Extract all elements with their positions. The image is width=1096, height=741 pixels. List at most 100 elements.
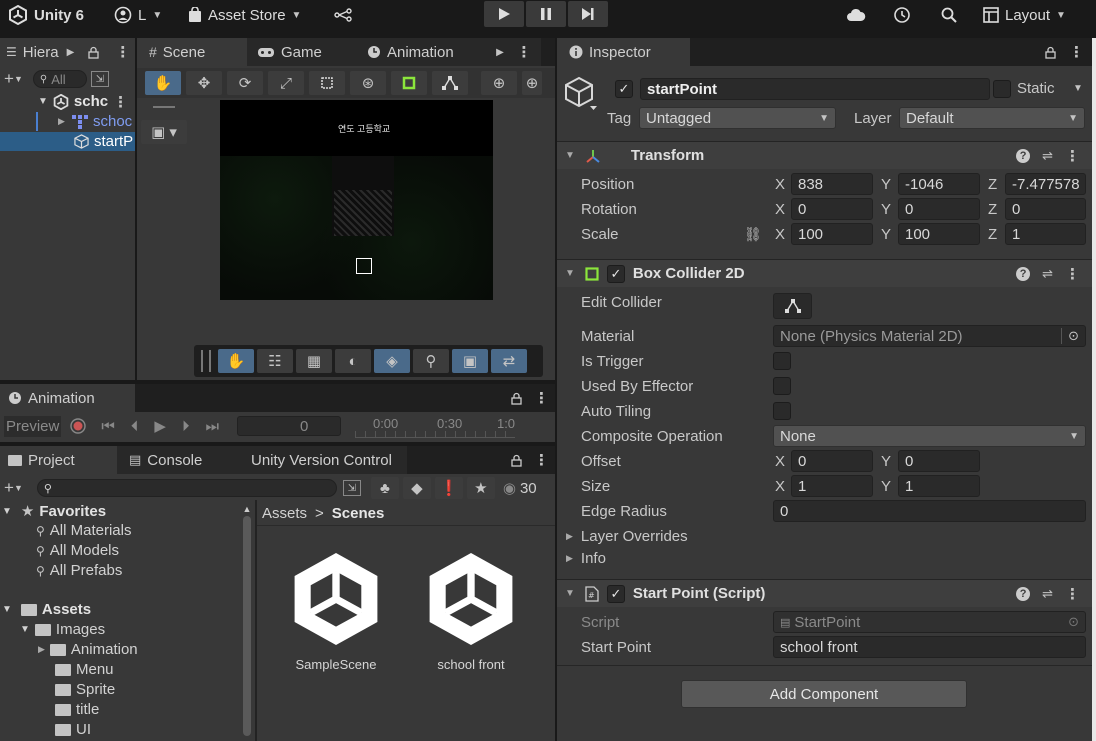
tab-hierarchy[interactable]: ☰ Hiera ▶ ⋮ xyxy=(0,38,135,66)
favorite-item[interactable]: ⚲ All Models xyxy=(36,542,119,559)
favorite-item[interactable]: ⚲ All Materials xyxy=(36,522,131,539)
tab-version-control[interactable]: Unity Version Control xyxy=(235,446,407,474)
start-point-input[interactable]: school front xyxy=(773,636,1086,658)
position-z-field[interactable]: -7.477578 xyxy=(1005,173,1086,195)
hierarchy-item-school[interactable]: ▶ schoc xyxy=(36,112,135,131)
cloud-button[interactable] xyxy=(846,0,866,30)
unlink-scale-icon[interactable]: ⛓ xyxy=(744,226,762,243)
preset-icon[interactable]: ⇌ xyxy=(1042,148,1053,164)
asset-store-dropdown[interactable]: Asset Store ▼ xyxy=(188,0,301,30)
layer-dropdown[interactable]: Default ▼ xyxy=(899,107,1085,129)
kebab-menu-icon[interactable]: ⋮ xyxy=(1065,585,1080,603)
kebab-menu-icon[interactable]: ⋮ xyxy=(115,43,130,61)
edit-collider-button[interactable] xyxy=(773,293,812,319)
history-button[interactable] xyxy=(893,0,911,30)
prev-frame-icon[interactable]: ⏴ xyxy=(131,418,139,435)
chevron-right-icon[interactable]: ▶ xyxy=(67,47,75,58)
is-trigger-checkbox[interactable] xyxy=(773,352,791,370)
folder-item-title[interactable]: title xyxy=(55,701,99,718)
tab-game[interactable]: Game xyxy=(247,38,357,66)
asset-file-schoolfront[interactable]: school front xyxy=(417,545,525,672)
shading-button[interactable]: ◐ xyxy=(335,349,371,373)
add-component-button[interactable]: Add Component xyxy=(681,680,967,708)
tag-dropdown[interactable]: Untagged ▼ xyxy=(639,107,836,129)
play-button[interactable] xyxy=(484,1,524,27)
search-button[interactable] xyxy=(940,0,958,30)
used-by-effector-checkbox[interactable] xyxy=(773,377,791,395)
position-x-field[interactable]: 838 xyxy=(791,173,873,195)
hierarchy-search-input[interactable]: ⚲ All xyxy=(32,70,87,88)
scene-visibility-icon[interactable]: ⇲ xyxy=(90,71,109,87)
drag-handle[interactable] xyxy=(201,350,211,372)
lock-icon[interactable] xyxy=(1045,46,1056,59)
transform-header[interactable]: ▼ Transform ? ⇌ ⋮ xyxy=(557,141,1092,169)
view-tool-button[interactable]: ✋ xyxy=(218,349,254,373)
scale-tool-button[interactable]: ⤢ xyxy=(268,71,304,95)
auto-tiling-checkbox[interactable] xyxy=(773,402,791,420)
position-y-field[interactable]: -1046 xyxy=(898,173,980,195)
timeline-ruler[interactable]: 0:00 0:30 1:0 xyxy=(354,414,515,438)
kebab-menu-icon[interactable]: ⋮ xyxy=(1069,43,1084,61)
edge-radius-field[interactable]: 0 xyxy=(773,500,1086,522)
folder-item-sprite[interactable]: Sprite xyxy=(55,681,115,698)
kebab-menu-icon[interactable]: ⋮ xyxy=(1065,147,1080,165)
tab-scene[interactable]: # Scene xyxy=(137,38,247,66)
preset-icon[interactable]: ⇌ xyxy=(1042,266,1053,282)
static-checkbox[interactable] xyxy=(993,80,1011,98)
favorites-filter-button[interactable]: ★ xyxy=(466,477,495,499)
chevron-down-icon[interactable]: ▼ xyxy=(1073,83,1083,94)
favorite-item[interactable]: ⚲ All Prefabs xyxy=(36,562,122,579)
asset-file-samplescene[interactable]: SampleScene xyxy=(282,545,390,672)
object-name-input[interactable]: startPoint xyxy=(640,78,990,100)
offset-x-field[interactable]: 0 xyxy=(791,450,873,472)
overlay-drag-handle[interactable] xyxy=(153,106,175,108)
lock-icon[interactable] xyxy=(511,454,522,467)
scroll-up-icon[interactable]: ▲ xyxy=(242,504,252,514)
material-field[interactable]: None (Physics Material 2D) ⊙ xyxy=(773,325,1086,347)
composite-operation-dropdown[interactable]: None ▼ xyxy=(773,425,1086,447)
box-collider-header[interactable]: ▼ ✓ Box Collider 2D ? ⇌ ⋮ xyxy=(557,259,1092,287)
play-icon[interactable]: ▶ xyxy=(154,417,166,435)
last-frame-icon[interactable]: ⏭ xyxy=(205,418,219,435)
layout-dropdown[interactable]: Layout ▼ xyxy=(983,0,1066,30)
gameobject-cube-icon[interactable] xyxy=(564,76,598,112)
info-foldout[interactable]: ▶ Info xyxy=(566,550,606,567)
assets-header[interactable]: ▼ Assets xyxy=(2,601,91,618)
help-icon[interactable]: ? xyxy=(1016,586,1031,601)
camera-button[interactable]: ▣ xyxy=(452,349,488,373)
account-dropdown[interactable]: L ▼ xyxy=(114,0,162,30)
kebab-menu-icon[interactable]: ⋮ xyxy=(534,389,549,407)
step-button[interactable] xyxy=(568,1,608,27)
folder-item-animation[interactable]: ▶ Animation xyxy=(38,641,138,658)
scale-y-field[interactable]: 100 xyxy=(898,223,980,245)
shuffle-button[interactable]: ⇄ xyxy=(491,349,527,373)
preset-icon[interactable]: ⇌ xyxy=(1042,586,1053,602)
zoom-button[interactable]: ⚲ xyxy=(413,349,449,373)
rotation-z-field[interactable]: 0 xyxy=(1005,198,1086,220)
scene-viewport[interactable]: 연도 고등학교 xyxy=(220,100,493,300)
tab-animation[interactable]: Animation xyxy=(357,38,493,66)
offset-y-field[interactable]: 0 xyxy=(898,450,980,472)
script-enabled-checkbox[interactable]: ✓ xyxy=(606,584,625,603)
record-icon[interactable] xyxy=(69,417,87,435)
tab-console[interactable]: ▤ Console xyxy=(117,446,235,474)
help-icon[interactable]: ? xyxy=(1016,266,1031,281)
breadcrumb-item[interactable]: Scenes xyxy=(332,505,385,522)
project-search-input[interactable]: ⚲ xyxy=(36,479,337,497)
tab-project[interactable]: Project xyxy=(0,446,117,474)
project-splitter[interactable] xyxy=(255,500,257,741)
kebab-menu-icon[interactable]: ⋮ xyxy=(534,451,549,469)
scale-x-field[interactable]: 100 xyxy=(791,223,873,245)
script-component-header[interactable]: ▼ # ✓ Start Point (Script) ? ⇌ ⋮ xyxy=(557,579,1092,607)
folder-item-menu[interactable]: Menu xyxy=(55,661,114,678)
search-by-type-icon[interactable]: ⇲ xyxy=(342,480,361,496)
hierarchy-scene-row[interactable]: ▼ schc ⋮ xyxy=(38,92,135,111)
breadcrumb-item[interactable]: Assets xyxy=(262,505,307,522)
rotate-tool-button[interactable]: ⟳ xyxy=(227,71,263,95)
rotation-y-field[interactable]: 0 xyxy=(898,198,980,220)
filter-type-button[interactable]: ♣ xyxy=(370,477,399,499)
next-frame-icon[interactable]: ⏵ xyxy=(182,418,190,435)
settings-sliders-button[interactable]: ☷ xyxy=(257,349,293,373)
startpoint-gizmo[interactable] xyxy=(356,258,372,274)
tab-inspector[interactable]: Inspector xyxy=(557,38,690,66)
